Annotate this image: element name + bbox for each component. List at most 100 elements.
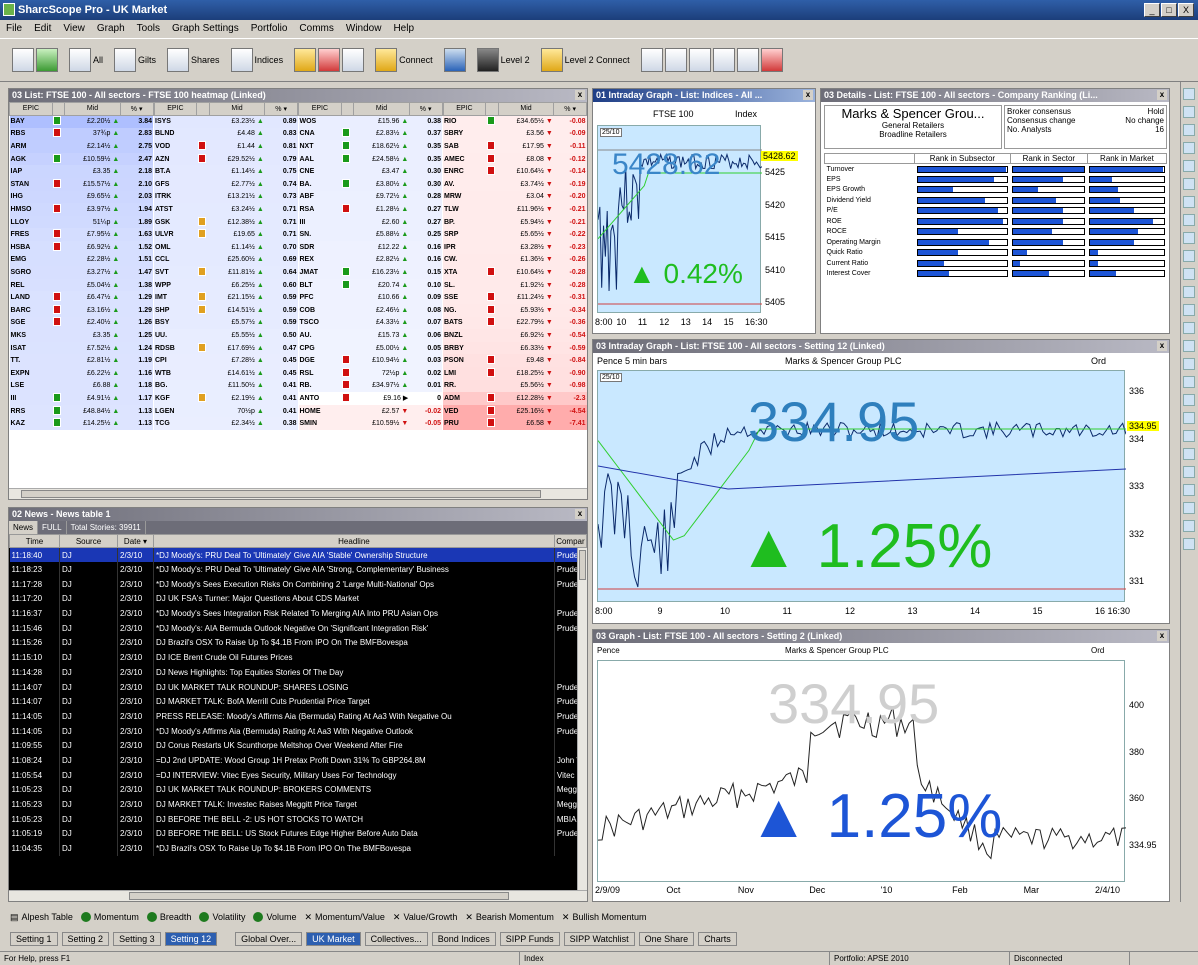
maximize-button[interactable]: □ xyxy=(1161,3,1177,17)
chart-plot-area[interactable]: 334.95 ▲ 1.25% xyxy=(597,660,1127,882)
heatmap-row[interactable]: RBS 37¾p ▲ 2.83 xyxy=(9,127,153,141)
menu-window[interactable]: Window xyxy=(346,20,382,38)
heatmap-row[interactable]: FRES £7.95½ ▲ 1.63 xyxy=(9,228,153,242)
dock-shortcut-icon[interactable] xyxy=(1183,250,1195,262)
scroll-thumb[interactable] xyxy=(129,892,509,900)
heatmap-row[interactable]: BAY £2.20½ ▲ 3.84 xyxy=(9,115,153,128)
dock-shortcut-icon[interactable] xyxy=(1183,520,1195,532)
news-row[interactable]: 11:14:05 DJ 2/3/10 PRESS RELEASE: Moody's A… xyxy=(9,709,587,724)
heatmap-row[interactable]: CW. £1.36½ ▼ -0.26 xyxy=(443,253,587,267)
heatmap-row[interactable]: ENRC £10.64½ ▼ -0.14 xyxy=(443,165,587,179)
dock-shortcut-icon[interactable] xyxy=(1183,124,1195,136)
heatmap-row[interactable]: SSE £11.24½ ▼ -0.31 xyxy=(443,291,587,304)
heatmap-row[interactable]: WTB £14.61½ ▲ 0.45 xyxy=(154,366,298,380)
chart-plot-area[interactable]: 25/10 334.95 ▲ 1.25% xyxy=(597,370,1127,602)
calculator-icon[interactable] xyxy=(640,48,663,72)
heatmap-row[interactable]: AV. £3.74½ ▼ -0.19 xyxy=(443,178,587,191)
heatmap-row[interactable]: PRU £6.58 ▼ -7.41 xyxy=(443,417,587,430)
heatmap-row[interactable]: MKS £3.35 ▲ 1.25 xyxy=(9,329,153,342)
heatmap-row[interactable]: EXPN £6.22½ ▲ 1.16 xyxy=(9,366,153,380)
heatmap-row[interactable]: PSON £9.48 ▼ -0.84 xyxy=(443,354,587,367)
heatmap-row[interactable]: CPI £7.28½ ▲ 0.45 xyxy=(154,354,298,367)
list-shares-button[interactable]: Shares xyxy=(163,43,224,77)
notes-icon[interactable] xyxy=(294,48,317,72)
workspace-collectives[interactable]: Collectives... xyxy=(364,932,428,946)
col-date[interactable]: Date ▾ xyxy=(117,534,154,548)
heatmap-row[interactable]: BSY £5.57½ ▲ 0.59 xyxy=(154,316,298,330)
dock-shortcut-icon[interactable] xyxy=(1183,484,1195,496)
heatmap-row[interactable]: CNE £3.47 ▲ 0.30 xyxy=(298,165,442,179)
level2-button[interactable]: Level 2 xyxy=(473,43,534,77)
heatmap-row[interactable]: BATS £22.79½ ▼ -0.36 xyxy=(443,316,587,330)
col-company[interactable]: Compar xyxy=(553,534,587,548)
workspace-sipp-watchlist[interactable]: SIPP Watchlist xyxy=(563,932,635,946)
news-row[interactable]: 11:17:28 DJ 2/3/10 *DJ Moody's Sees Executi… xyxy=(9,576,587,592)
menu-view[interactable]: View xyxy=(63,20,85,38)
heatmap-row[interactable]: BA. £3.80½ ▲ 0.30 xyxy=(298,178,442,191)
heatmap-row[interactable]: SVT £11.81½ ▲ 0.64 xyxy=(154,266,298,279)
heatmap-row[interactable]: KAZ £14.25½ ▲ 1.13 xyxy=(9,417,153,430)
heatmap-row[interactable]: LGEN 70½p ▲ 0.41 xyxy=(154,404,298,418)
heatmap-row[interactable]: BLND £4.48 ▲ 0.83 xyxy=(154,127,298,141)
heatmap-row[interactable]: SGRO £3.27½ ▲ 1.47 xyxy=(9,266,153,279)
news-row[interactable]: 11:14:28 DJ 2/3/10 DJ News Highlights: Top … xyxy=(9,665,587,680)
heatmap-row[interactable]: TCG £2.34½ ▲ 0.38 xyxy=(154,417,298,430)
heatmap-row[interactable]: BRBY £6.33½ ▼ -0.59 xyxy=(443,341,587,355)
heatmap-header[interactable]: Mid xyxy=(497,102,555,116)
dock-shortcut-icon[interactable] xyxy=(1183,286,1195,298)
heatmap-header[interactable]: EPIC xyxy=(442,102,487,116)
heatmap-row[interactable]: RSA £1.28½ ▲ 0.27 xyxy=(298,203,442,216)
dock-shortcut-icon[interactable] xyxy=(1183,160,1195,172)
heatmap-header[interactable]: EPIC xyxy=(298,102,342,116)
heatmap-row[interactable]: LSE £6.88 ▲ 1.18 xyxy=(9,379,153,393)
workspace-setting-1[interactable]: Setting 1 xyxy=(10,932,58,946)
heatmap-row[interactable]: TT. £2.81½ ▲ 1.19 xyxy=(9,354,153,367)
heatmap-row[interactable]: COB £2.46½ ▲ 0.08 xyxy=(298,304,442,317)
alarm-icon[interactable] xyxy=(760,48,783,72)
news-row[interactable]: 11:15:46 DJ 2/3/10 *DJ Moody's: AIA Bermuda… xyxy=(9,620,587,636)
heatmap-row[interactable]: HOME £2.57 ▼ -0.02 xyxy=(298,404,442,418)
dock-shortcut-icon[interactable] xyxy=(1183,538,1195,550)
heatmap-row[interactable]: RB. £34.97½ ▲ 0.01 xyxy=(298,379,442,393)
dock-shortcut-icon[interactable] xyxy=(1183,178,1195,190)
new-document-icon[interactable] xyxy=(12,48,34,72)
heatmap-header[interactable]: % ▾ xyxy=(408,102,443,116)
heatmap-row[interactable]: SL. £1.92½ ▼ -0.28 xyxy=(443,278,587,292)
heatmap-row[interactable]: IMT £21.15½ ▲ 0.59 xyxy=(154,291,298,304)
music-note-icon[interactable] xyxy=(712,48,735,72)
heatmap-row[interactable]: AAL £24.58½ ▲ 0.35 xyxy=(298,152,442,166)
heatmap-row[interactable]: LLOY 51¼p ▲ 1.89 xyxy=(9,215,153,229)
heatmap-row[interactable]: IHG £9.65½ ▲ 2.03 xyxy=(9,190,153,204)
heatmap-row[interactable]: SRP £5.65½ ▼ -0.22 xyxy=(443,228,587,242)
heatmap-row[interactable]: TLW £11.96½ ▼ -0.21 xyxy=(443,203,587,216)
menu-graph-settings[interactable]: Graph Settings xyxy=(172,20,239,38)
heatmap-row[interactable]: RRS £48.84½ ▲ 1.13 xyxy=(9,404,153,418)
heatmap-header[interactable] xyxy=(196,102,210,116)
heatmap-row[interactable]: LMI £18.25½ ▼ -0.90 xyxy=(443,366,587,380)
menu-portfolio[interactable]: Portfolio xyxy=(251,20,288,38)
news-row[interactable]: 11:05:23 DJ 2/3/10 DJ UK MARKET TALK ROUNDU… xyxy=(9,782,587,798)
heatmap-row[interactable]: STAN £15.57½ ▲ 2.10 xyxy=(9,178,153,191)
heatmap-header[interactable]: EPIC xyxy=(153,102,198,116)
menu-comms[interactable]: Comms xyxy=(299,20,333,38)
menu-file[interactable]: File xyxy=(6,20,22,38)
interval-box[interactable]: 25/10 xyxy=(600,373,622,382)
screen-value-growth[interactable]: ✕ Value/Growth xyxy=(393,912,457,923)
news-row[interactable]: 11:15:10 DJ 2/3/10 DJ ICE Brent Crude Oil F… xyxy=(9,650,587,665)
panel-close-button[interactable]: x xyxy=(575,90,585,100)
heatmap-row[interactable]: ATST £3.24½ ▲ 0.71 xyxy=(154,203,298,216)
heatmap-row[interactable]: RSL 72½p ▲ 0.02 xyxy=(298,366,442,380)
heatmap-row[interactable]: SBRY £3.56 ▼ -0.09 xyxy=(443,127,587,141)
connect-button[interactable]: Connect xyxy=(371,43,437,77)
heatmap-row[interactable]: BP. £5.94½ ▼ -0.21 xyxy=(443,215,587,229)
chart-up-icon[interactable] xyxy=(664,48,687,72)
heatmap-row[interactable]: AZN £29.52½ ▲ 0.79 xyxy=(154,152,298,166)
dock-shortcut-icon[interactable] xyxy=(1183,448,1195,460)
heatmap-row[interactable]: BT.A £1.14½ ▲ 0.75 xyxy=(154,165,298,179)
heatmap-row[interactable]: ADM £12.28½ ▼ -2.3 xyxy=(443,392,587,405)
heatmap-row[interactable]: CCL £25.60½ ▲ 0.69 xyxy=(154,253,298,267)
heatmap-row[interactable]: SHP £14.51½ ▲ 0.59 xyxy=(154,304,298,317)
dock-shortcut-icon[interactable] xyxy=(1183,304,1195,316)
dock-shortcut-icon[interactable] xyxy=(1183,466,1195,478)
panel-close-button[interactable]: x xyxy=(1157,341,1167,351)
